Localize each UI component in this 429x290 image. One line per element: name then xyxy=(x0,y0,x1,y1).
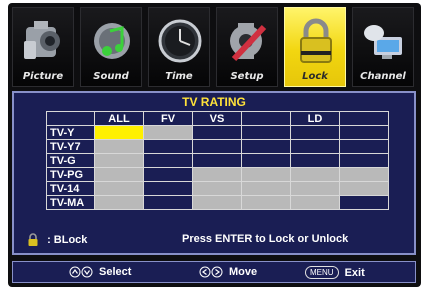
empty-cell xyxy=(339,125,389,140)
clock-icon xyxy=(158,19,202,63)
lock-cell[interactable] xyxy=(94,167,144,182)
lock-cell[interactable] xyxy=(290,195,340,210)
camera-icon xyxy=(24,21,60,59)
lock-cell[interactable] xyxy=(339,167,389,182)
help-bar: Select Move MENU Exit xyxy=(12,261,416,283)
tab-label: Time xyxy=(165,71,193,82)
menu-key-badge: MENU xyxy=(305,266,339,279)
instruction-text: Press ENTER to Lock or Unlock xyxy=(182,233,349,245)
row-label-tv-ma: TV-MA xyxy=(46,195,95,210)
empty-cell xyxy=(339,139,389,154)
rating-row: TV-PG xyxy=(46,167,389,182)
rating-row: TV-Y7 xyxy=(46,139,389,154)
rating-grid: ALL FV VS LD TV-Y TV-Y7 TV-G TV-PG TV-14… xyxy=(46,111,389,210)
row-label-tv-y: TV-Y xyxy=(46,125,95,140)
empty-cell xyxy=(241,139,291,154)
row-label-tv-g: TV-G xyxy=(46,153,95,168)
lock-cell[interactable] xyxy=(143,125,193,140)
lock-cell[interactable] xyxy=(192,195,242,210)
tab-label: Sound xyxy=(93,71,129,82)
column-header-ld: LD xyxy=(290,111,340,126)
empty-cell xyxy=(192,125,242,140)
tab-label: Lock xyxy=(302,71,328,82)
column-header-blank-2 xyxy=(339,111,389,126)
lock-cell[interactable] xyxy=(192,167,242,182)
lock-hint: : BLock Press ENTER to Lock or Unlock xyxy=(26,233,406,247)
lock-cell[interactable] xyxy=(241,167,291,182)
block-legend-label: : BLock xyxy=(47,233,88,246)
music-note-icon xyxy=(94,23,130,59)
column-header-vs: VS xyxy=(192,111,242,126)
rating-row: TV-14 xyxy=(46,181,389,196)
lock-cell[interactable] xyxy=(94,139,144,154)
move-hint: Move xyxy=(199,266,257,278)
rating-row: TV-G xyxy=(46,153,389,168)
tab-time[interactable]: Time xyxy=(148,7,210,87)
satellite-dish-icon xyxy=(364,25,402,59)
tab-picture[interactable]: Picture xyxy=(12,7,74,87)
corner-cell xyxy=(46,111,95,126)
exit-hint: MENU Exit xyxy=(305,266,365,279)
move-label: Move xyxy=(229,266,258,278)
lock-cell[interactable] xyxy=(94,181,144,196)
padlock-icon xyxy=(300,18,332,63)
empty-cell xyxy=(143,139,193,154)
lock-cell[interactable] xyxy=(241,195,291,210)
empty-cell xyxy=(339,195,389,210)
empty-cell xyxy=(241,125,291,140)
tv-rating-panel: TV RATING ALL FV VS LD TV-Y TV-Y7 TV-G T… xyxy=(12,91,416,255)
tab-label: Channel xyxy=(360,71,406,82)
empty-cell xyxy=(192,153,242,168)
lock-cell[interactable] xyxy=(241,181,291,196)
lock-cell[interactable] xyxy=(94,153,144,168)
tab-channel[interactable]: Channel xyxy=(352,7,414,87)
empty-cell xyxy=(143,153,193,168)
exit-label: Exit xyxy=(344,266,365,279)
main-menu-tabs: Picture Sound Time Setup Lock Channel xyxy=(12,7,417,87)
up-down-arrows-icon xyxy=(69,266,93,278)
row-label-tv-pg: TV-PG xyxy=(46,167,95,182)
tab-label: Setup xyxy=(230,71,264,82)
panel-title: TV RATING xyxy=(182,95,246,109)
tab-lock[interactable]: Lock xyxy=(284,7,346,87)
empty-cell xyxy=(241,153,291,168)
gear-wrench-icon xyxy=(230,23,267,62)
column-header-all: ALL xyxy=(94,111,144,126)
tab-label: Picture xyxy=(22,71,64,82)
row-label-tv-y7: TV-Y7 xyxy=(46,139,95,154)
header-row: ALL FV VS LD xyxy=(46,111,389,126)
lock-cell[interactable] xyxy=(192,181,242,196)
empty-cell xyxy=(290,125,340,140)
empty-cell xyxy=(143,167,193,182)
small-padlock-icon xyxy=(28,233,38,246)
row-label-tv-14: TV-14 xyxy=(46,181,95,196)
lock-cell[interactable] xyxy=(290,181,340,196)
lock-cell[interactable] xyxy=(94,195,144,210)
empty-cell xyxy=(290,153,340,168)
empty-cell xyxy=(143,181,193,196)
tab-setup[interactable]: Setup xyxy=(216,7,278,87)
select-hint: Select xyxy=(69,266,131,278)
select-label: Select xyxy=(99,266,132,278)
rating-row: TV-Y xyxy=(46,125,389,140)
rating-row: TV-MA xyxy=(46,195,389,210)
tab-sound[interactable]: Sound xyxy=(80,7,142,87)
empty-cell xyxy=(290,139,340,154)
lock-cell-selected[interactable] xyxy=(94,125,144,140)
lock-cell[interactable] xyxy=(290,167,340,182)
column-header-fv: FV xyxy=(143,111,193,126)
column-header-blank-1 xyxy=(241,111,291,126)
empty-cell xyxy=(339,153,389,168)
empty-cell xyxy=(143,195,193,210)
empty-cell xyxy=(192,139,242,154)
left-right-arrows-icon xyxy=(199,266,223,278)
lock-cell[interactable] xyxy=(339,181,389,196)
osd-screen: Picture Sound Time Setup Lock Channel TV… xyxy=(8,3,421,287)
